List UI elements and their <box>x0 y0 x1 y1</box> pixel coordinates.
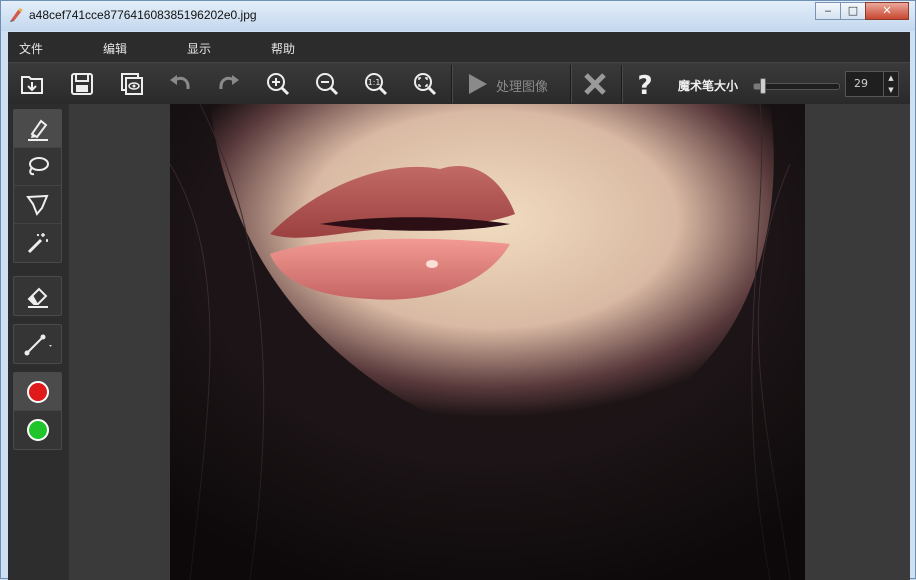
minimize-button[interactable]: ‒ <box>815 2 841 20</box>
cancel-button[interactable] <box>578 67 612 101</box>
actual-size-button[interactable]: 1:1 <box>359 67 393 101</box>
spin-up-icon[interactable]: ▲ <box>884 72 898 84</box>
portrait-photo <box>170 104 805 580</box>
menu-view[interactable]: 显示 <box>187 40 211 57</box>
app-window: a48cef741cce877641608385196202e0.jpg ‒ □… <box>0 0 916 580</box>
close-button[interactable]: ✕ <box>865 2 909 20</box>
marker-tool[interactable] <box>14 110 61 148</box>
tool-sidebar <box>8 104 70 580</box>
undo-icon <box>170 75 190 90</box>
eraser-tools <box>13 276 62 316</box>
workspace <box>8 104 910 580</box>
toolbar-separator <box>451 65 453 103</box>
help-icon: ? <box>637 71 652 97</box>
redo-button[interactable] <box>212 67 246 101</box>
minimize-icon: ‒ <box>824 4 832 17</box>
zoom-out-icon <box>316 73 339 96</box>
zoom-out-button[interactable] <box>310 67 344 101</box>
maximize-icon: □ <box>847 4 859 17</box>
window-title: a48cef741cce877641608385196202e0.jpg <box>29 8 257 22</box>
close-icon: ✕ <box>882 4 892 17</box>
play-icon <box>469 74 487 94</box>
brush-size-value[interactable]: 29 <box>854 77 868 90</box>
marker-icon <box>27 119 48 141</box>
toolbar-separator <box>570 65 572 103</box>
process-image-label[interactable]: 处理图像 <box>496 76 548 95</box>
image-canvas[interactable] <box>170 104 805 580</box>
menu-help[interactable]: 帮助 <box>271 40 295 57</box>
undo-button[interactable] <box>163 67 197 101</box>
save-button[interactable] <box>65 67 99 101</box>
magic-wand-icon <box>27 233 48 254</box>
preview-button[interactable] <box>115 67 149 101</box>
spin-down-icon[interactable]: ▼ <box>884 84 898 96</box>
brush-size-slider[interactable] <box>753 78 840 94</box>
title-bar: a48cef741cce877641608385196202e0.jpg ‒ □… <box>1 1 915 31</box>
maximize-button[interactable]: □ <box>840 2 866 20</box>
toolbar: 1:1 处理图像 ? 魔术笔大小 29 ▲ ▼ <box>8 62 910 104</box>
red-dot-icon <box>26 380 49 403</box>
keep-color-tool[interactable] <box>14 373 61 411</box>
process-image-button[interactable] <box>460 67 494 101</box>
redo-icon <box>219 75 239 90</box>
slider-thumb[interactable] <box>759 78 766 94</box>
eraser-tool[interactable] <box>14 277 61 315</box>
polygon-lasso-icon <box>25 194 49 216</box>
help-button[interactable]: ? <box>628 67 662 101</box>
zoom-in-icon <box>267 73 290 96</box>
canvas-area[interactable] <box>70 104 910 580</box>
svg-text:1:1: 1:1 <box>368 78 381 87</box>
eraser-icon <box>27 287 48 308</box>
toolbar-separator <box>621 65 623 103</box>
close-x-icon <box>584 73 606 95</box>
brush-size-spinbox[interactable]: 29 ▲ ▼ <box>845 71 899 97</box>
app-icon <box>10 8 23 22</box>
line-tool-icon <box>24 334 52 356</box>
magic-wand-tool[interactable] <box>14 224 61 262</box>
zoom-in-button[interactable] <box>261 67 295 101</box>
lasso-icon <box>28 156 49 175</box>
lasso-tool[interactable] <box>14 148 61 186</box>
menu-bar: 文件 编辑 显示 帮助 <box>8 32 910 62</box>
green-dot-icon <box>26 419 49 441</box>
line-tools <box>13 324 62 364</box>
line-tool[interactable] <box>14 325 61 363</box>
fit-icon <box>414 73 437 96</box>
brush-size-label: 魔术笔大小 <box>678 79 739 93</box>
open-icon <box>21 76 43 94</box>
menu-edit[interactable]: 编辑 <box>103 40 127 57</box>
fit-window-button[interactable] <box>408 67 442 101</box>
open-button[interactable] <box>15 67 49 101</box>
preview-icon <box>121 73 143 95</box>
menu-file[interactable]: 文件 <box>19 40 43 57</box>
save-icon <box>71 73 93 95</box>
svg-text:?: ? <box>637 71 652 97</box>
color-tools <box>13 372 62 450</box>
selection-tools <box>13 109 62 263</box>
polygon-lasso-tool[interactable] <box>14 186 61 224</box>
actual-size-icon: 1:1 <box>365 73 388 96</box>
remove-color-tool[interactable] <box>14 411 61 449</box>
